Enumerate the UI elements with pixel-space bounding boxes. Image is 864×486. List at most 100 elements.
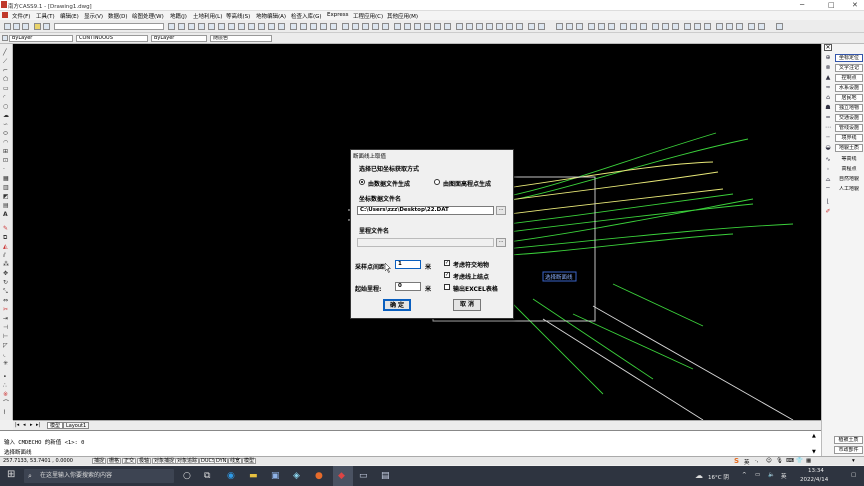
panel-icon-6[interactable]: ☗ [824, 104, 832, 111]
cass-edit-1-icon[interactable]: ∙ [3, 374, 10, 380]
cass-tool-13-icon[interactable] [466, 23, 473, 30]
panel-btn-terrain[interactable]: 地貌土质 [835, 144, 863, 152]
radio-grid[interactable] [434, 179, 440, 185]
tool-palette-icon[interactable] [310, 23, 317, 30]
extend-icon[interactable]: ⇥ [3, 316, 10, 322]
menu-view[interactable]: 显示(V) [84, 12, 103, 20]
panel-btn-artificial[interactable]: 人工地貌 [835, 186, 863, 194]
linetype-combo[interactable]: CONTINUOUS [76, 35, 148, 42]
table-icon[interactable]: ▤ [3, 203, 10, 209]
mirror-icon[interactable]: ◭ [3, 244, 10, 250]
zoom-window-icon[interactable] [268, 23, 275, 30]
array-icon[interactable]: ⁂ [3, 262, 10, 268]
chk-excel[interactable] [444, 284, 450, 290]
ime-keyboard-icon[interactable]: ⌨ [786, 458, 794, 464]
cass-tool-2-icon[interactable] [352, 23, 359, 30]
cass-tool-38-icon[interactable] [736, 23, 743, 30]
cass-tool-40-icon[interactable] [758, 23, 765, 30]
panel-icon-11[interactable]: ∿ [824, 156, 832, 163]
cass-tool-29-icon[interactable] [640, 23, 647, 30]
polygon-icon[interactable]: ⬠ [3, 77, 10, 83]
ellipse-icon[interactable]: ⬭ [3, 131, 10, 137]
menu-tools[interactable]: 工具(T) [36, 12, 55, 20]
chk-intersect[interactable]: ✓ [444, 260, 450, 266]
notes-icon[interactable]: ▤ [381, 471, 390, 481]
panel-btn-municipal[interactable]: 市政部件 [834, 446, 863, 454]
cass-tool-15-icon[interactable] [486, 23, 493, 30]
help-icon[interactable] [330, 23, 337, 30]
arc-icon[interactable]: ◜ [3, 95, 10, 101]
cass-tool-8-icon[interactable] [414, 23, 421, 30]
cass-tool-31-icon[interactable] [662, 23, 669, 30]
cass-edit-3-icon[interactable]: ※ [3, 392, 10, 398]
app-icon[interactable]: ◈ [293, 471, 300, 481]
save-icon[interactable] [22, 23, 29, 30]
menu-other[interactable]: 其他应用(M) [387, 12, 418, 20]
cass-tool-34-icon[interactable] [694, 23, 701, 30]
panel-btn-traffic[interactable]: 交通设施 [835, 114, 863, 122]
menu-express[interactable]: Express [327, 12, 348, 18]
mtext-icon[interactable]: A [3, 212, 10, 218]
layer-icon[interactable] [34, 23, 41, 30]
panel-btn-feature[interactable]: 独立地物 [835, 104, 863, 112]
lineweight-toggle[interactable]: 线宽 [228, 458, 243, 464]
coordfile-input[interactable]: C:\Users\zzz\Desktop\22.DAT [357, 206, 494, 215]
offset-icon[interactable]: ⫽ [3, 253, 10, 259]
close-button[interactable]: ✕ [852, 1, 858, 9]
zoom-icon[interactable] [258, 23, 265, 30]
copy-icon[interactable] [198, 23, 205, 30]
spline-icon[interactable]: ∽ [3, 122, 10, 128]
stretch-icon[interactable]: ⇔ [3, 298, 10, 304]
tray-chevron-icon[interactable]: ^ [742, 472, 747, 478]
clock-date[interactable]: 2022/4/14 [800, 477, 828, 483]
fillet-icon[interactable]: ◟ [3, 352, 10, 358]
panel-btn-natural[interactable]: 自然地貌 [835, 176, 863, 184]
taskbar-search[interactable]: ⌕ 在这里输入你要搜索的内容 [24, 469, 174, 483]
menu-edit[interactable]: 编辑(E) [60, 12, 79, 20]
menu-drawing[interactable]: 绘图处理(W) [132, 12, 164, 20]
cass-tool-37-icon[interactable] [726, 23, 733, 30]
menu-data[interactable]: 数据(D) [108, 12, 128, 20]
panel-icon-1[interactable]: ⊕ [824, 54, 832, 61]
coordfile-browse-button[interactable]: ... [496, 206, 506, 215]
cass-tool-26-icon[interactable] [608, 23, 615, 30]
explode-icon[interactable]: ✳ [3, 361, 10, 367]
cass-edit-4-icon[interactable]: ⌒ [3, 401, 10, 407]
cass-tool-17-icon[interactable] [506, 23, 513, 30]
redo-icon[interactable] [238, 23, 245, 30]
radio-datafile-label[interactable]: 由数据文件生成 [368, 179, 410, 188]
start-icon[interactable]: ⊞ [7, 470, 15, 480]
region-icon[interactable]: ◩ [3, 194, 10, 200]
status-menu-icon[interactable]: ▾ [852, 458, 855, 464]
panel-btn-text[interactable]: 文字注记 [835, 64, 863, 72]
menu-check[interactable]: 检查入库(G) [291, 12, 322, 20]
rotate-icon[interactable]: ↻ [3, 280, 10, 286]
panel-icon-5[interactable]: ⌂ [824, 94, 832, 101]
firefox-icon[interactable]: ● [315, 471, 323, 481]
weather-icon[interactable]: ☁ [695, 471, 703, 481]
menu-file[interactable]: 文件(F) [12, 12, 30, 20]
properties-icon[interactable] [290, 23, 297, 30]
menu-engineering[interactable]: 工程应用(C) [353, 12, 383, 20]
layer-state-icon[interactable] [43, 23, 50, 30]
panel-icon-16[interactable]: ✐ [824, 208, 832, 215]
cancel-button[interactable]: 取 消 [453, 299, 481, 311]
chk-intersect-label[interactable]: 考虑符交地物 [453, 260, 489, 269]
cmd-scroll-down-icon[interactable]: ▼ [812, 449, 816, 455]
pline-icon[interactable]: ⌐ [3, 68, 10, 74]
cass-tool-20-icon[interactable] [538, 23, 545, 30]
line-icon[interactable]: ╱ [3, 50, 10, 56]
ime-punct-icon[interactable]: ·, [755, 458, 759, 464]
panel-btn-contour[interactable]: 等高线 [835, 156, 863, 164]
panel-btn-coord[interactable]: 坐标定位 [835, 54, 863, 62]
cass-tool-3-icon[interactable] [362, 23, 369, 30]
panel-btn-boundary[interactable]: 境界线 [835, 134, 863, 142]
tab-model[interactable]: 模型 [47, 422, 64, 429]
cass-tool-16-icon[interactable] [496, 23, 503, 30]
chk-onpoint-label[interactable]: 考虑线上结点 [453, 272, 489, 281]
cass-tool-36-icon[interactable] [716, 23, 723, 30]
cortana-icon[interactable]: ○ [183, 471, 191, 481]
ime-lang-icon[interactable]: 英 [744, 458, 750, 466]
menu-cadastre[interactable]: 地籍(J) [170, 12, 187, 20]
tab-next-icon[interactable]: ▸ [30, 422, 33, 429]
